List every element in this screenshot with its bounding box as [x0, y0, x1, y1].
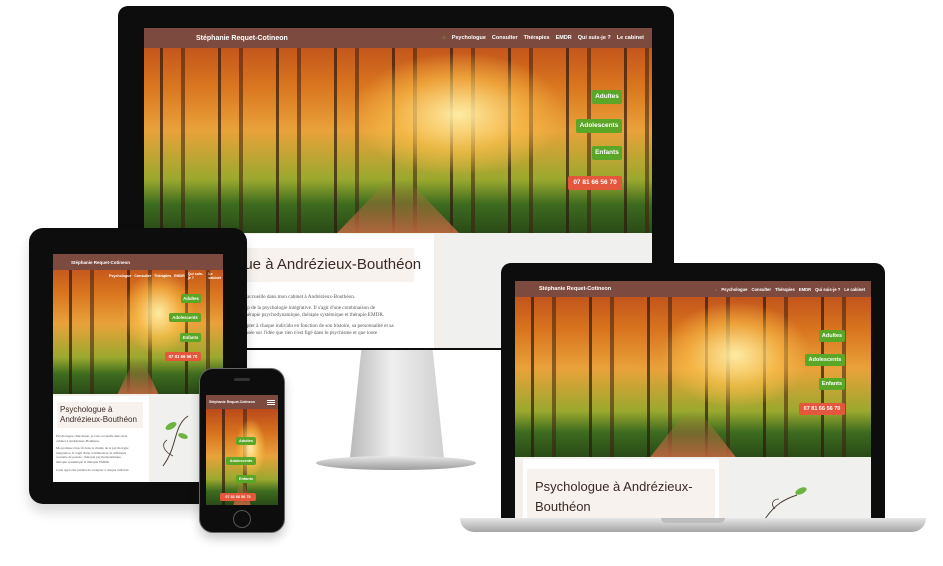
page-title: gue à Andrézieux-Bouthéon: [236, 256, 422, 273]
phone-home-button[interactable]: [233, 510, 251, 528]
phone-device: Stéphanie Requet-Cotineon Adultes Adoles…: [199, 368, 285, 533]
adults-button[interactable]: Adultes: [592, 90, 622, 104]
laptop-phone-button[interactable]: 07 81 66 56 70: [799, 403, 845, 415]
home-icon[interactable]: ⌂: [442, 35, 445, 41]
tablet-nav-emdr[interactable]: EMDR: [174, 274, 185, 278]
phone-kids-button[interactable]: Enfants: [236, 475, 256, 483]
laptop-content-panel: Psychologue à Andrézieux- Bouthéon: [523, 459, 719, 523]
nav-item-emdr[interactable]: EMDR: [556, 35, 572, 41]
phone-brand[interactable]: Stéphanie Requet-Cotineon: [209, 400, 255, 404]
laptop-home-icon[interactable]: ⌂: [715, 287, 718, 292]
tablet-teens-button[interactable]: Adolescents: [169, 313, 201, 322]
tablet-content-panel: Psychologue à Andrézieux-Bouthéon Psycho…: [53, 396, 149, 482]
tablet-nav-qui-suis-je[interactable]: Qui suis-je ?: [188, 272, 206, 280]
site-brand[interactable]: Stéphanie Requet-Cotineon: [196, 35, 288, 42]
nav-item-qui-suis-je[interactable]: Qui suis-je ?: [578, 35, 611, 41]
laptop-navbar: Stéphanie Requet-Cotineon ⌂ Psychologue …: [515, 281, 871, 297]
tablet-brand[interactable]: Stéphanie Requet-Cotineon: [71, 260, 130, 265]
laptop-teens-button[interactable]: Adolescents: [805, 354, 845, 366]
phone-navbar: Stéphanie Requet-Cotineon: [206, 395, 278, 409]
laptop-nav-emdr[interactable]: EMDR: [799, 287, 811, 292]
tablet-nav-psychologue[interactable]: Psychologue: [109, 274, 131, 278]
teens-button[interactable]: Adolescents: [576, 119, 622, 133]
nav-item-le-cabinet[interactable]: Le cabinet: [617, 35, 644, 41]
tablet-nav: Psychologue Consulter Thérapies EMDR Qui…: [109, 272, 223, 280]
tablet-title-card: Psychologue à Andrézieux-Bouthéon: [57, 402, 143, 428]
laptop-title-card: Psychologue à Andrézieux- Bouthéon: [527, 469, 715, 523]
desktop-nav: ⌂ Psychologue Consulter Thérapies EMDR Q…: [442, 35, 644, 41]
tablet-nav-le-cabinet[interactable]: Le cabinet: [208, 272, 223, 280]
tablet-phone-button[interactable]: 07 81 66 56 70: [165, 352, 201, 361]
laptop-notch: [661, 518, 725, 523]
tablet-nav-consulter[interactable]: Consulter: [134, 274, 151, 278]
laptop-nav-therapies[interactable]: Thérapies: [775, 287, 795, 292]
tablet-body-text: Psychologue clinicienne, je vous accueil…: [56, 434, 129, 472]
laptop-screen: Stéphanie Requet-Cotineon ⌂ Psychologue …: [515, 281, 871, 523]
laptop-leaf-decoration-icon: [764, 487, 807, 520]
laptop-nav-qui-suis-je[interactable]: Qui suis-je ?: [815, 287, 840, 292]
laptop-side-panel: [725, 459, 871, 523]
hamburger-menu-icon[interactable]: [267, 399, 275, 406]
laptop-device: Stéphanie Requet-Cotineon ⌂ Psychologue …: [501, 263, 885, 523]
kids-button[interactable]: Enfants: [592, 146, 622, 160]
monitor-stand: [350, 350, 444, 458]
laptop-kids-button[interactable]: Enfants: [819, 378, 845, 390]
nav-item-psychologue[interactable]: Psychologue: [452, 35, 486, 41]
phone-speaker: [234, 378, 250, 381]
laptop-nav-le-cabinet[interactable]: Le cabinet: [844, 287, 865, 292]
tablet-screen: Stéphanie Requet-Cotineon Psychologue Co…: [53, 254, 223, 482]
nav-item-consulter[interactable]: Consulter: [492, 35, 518, 41]
laptop-brand[interactable]: Stéphanie Requet-Cotineon: [539, 286, 611, 292]
phone-screen: Stéphanie Requet-Cotineon Adultes Adoles…: [206, 395, 278, 505]
desktop-content-panel: gue à Andrézieux-Bouthéon vous accueille…: [236, 234, 434, 348]
desktop-navbar: Stéphanie Requet-Cotineon ⌂ Psychologue …: [144, 28, 652, 48]
tablet-kids-button[interactable]: Enfants: [180, 333, 201, 342]
desktop-body-text: vous accueille dans mon cabinet à Andréz…: [236, 294, 394, 336]
phone-button[interactable]: 07 81 66 56 70: [568, 176, 622, 190]
laptop-nav-consulter[interactable]: Consulter: [751, 287, 771, 292]
laptop-adults-button[interactable]: Adultes: [819, 330, 845, 342]
monitor-base: [316, 456, 476, 470]
tablet-nav-therapies[interactable]: Thérapies: [154, 274, 171, 278]
phone-teens-button[interactable]: Adolescents: [226, 457, 256, 465]
tablet-adults-button[interactable]: Adultes: [181, 294, 201, 303]
phone-phone-button[interactable]: 07 81 66 56 70: [220, 493, 256, 501]
laptop-nav: ⌂ Psychologue Consulter Thérapies EMDR Q…: [715, 287, 865, 292]
laptop-nav-psychologue[interactable]: Psychologue: [721, 287, 747, 292]
phone-adults-button[interactable]: Adultes: [236, 437, 256, 445]
laptop-page-title: Psychologue à Andrézieux- Bouthéon: [535, 479, 693, 514]
laptop-hero-image: [515, 281, 871, 457]
phone-hero-image: [206, 407, 278, 505]
tablet-page-title: Psychologue à Andrézieux-Bouthéon: [60, 405, 137, 424]
tablet-navbar: Stéphanie Requet-Cotineon: [53, 254, 223, 270]
nav-item-therapies[interactable]: Thérapies: [524, 35, 550, 41]
desktop-title-card: gue à Andrézieux-Bouthéon: [236, 248, 421, 282]
